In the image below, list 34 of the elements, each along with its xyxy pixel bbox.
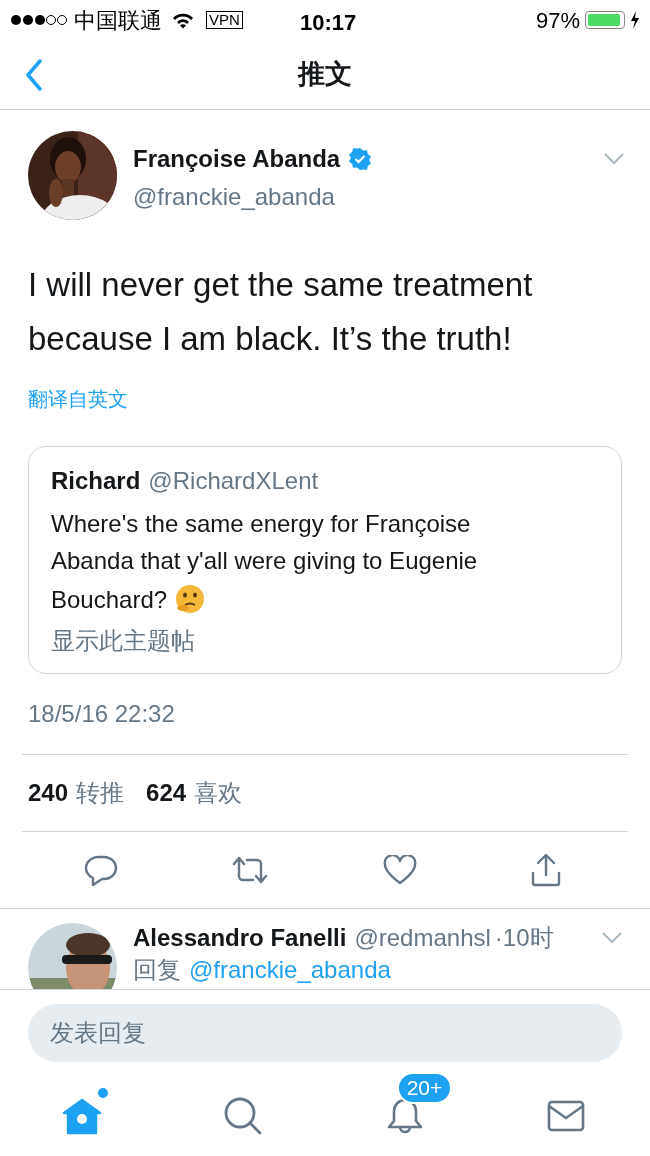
battery-percent: 97% bbox=[535, 6, 580, 35]
tweet-timestamp: 18/5/16 22:32 bbox=[28, 699, 176, 729]
quoted-author-name: Richard bbox=[51, 466, 141, 496]
status-time: 10:17 bbox=[300, 9, 357, 37]
tweet-text: I will never get the same treatment because I am black. It’s the truth! bbox=[28, 265, 534, 359]
vpn-badge: VPN bbox=[206, 11, 243, 29]
reply-to-label: 回复 bbox=[133, 955, 181, 985]
search-icon[interactable] bbox=[223, 1096, 264, 1136]
retweet-icon[interactable] bbox=[231, 855, 270, 885]
quoted-author-handle: @RichardXLent bbox=[148, 466, 319, 496]
author-handle: @franckie_abanda bbox=[133, 182, 336, 212]
quoted-tweet-text: Bouchard? bbox=[51, 584, 168, 615]
notification-badge: 20+ bbox=[396, 1072, 453, 1104]
signal-icon bbox=[10, 14, 68, 26]
reply-input-field[interactable]: 发表回复 bbox=[28, 1004, 622, 1062]
reply-time: ·10时 bbox=[494, 923, 554, 953]
author-name: Françoise Abanda bbox=[133, 144, 341, 174]
reply-author-name: Alessandro Fanelli bbox=[133, 923, 347, 953]
thinking-emoji-icon bbox=[175, 584, 206, 614]
show-thread-link[interactable]: 显示此主题帖 bbox=[51, 623, 599, 659]
back-icon[interactable] bbox=[25, 58, 43, 91]
page-title: 推文 bbox=[298, 58, 352, 92]
wifi-icon bbox=[172, 11, 194, 29]
reply-author-handle: @redmanhsl bbox=[354, 923, 491, 953]
envelope-icon[interactable] bbox=[547, 1100, 585, 1132]
heart-icon[interactable] bbox=[382, 855, 417, 885]
reply-icon[interactable] bbox=[84, 854, 118, 886]
stat-link[interactable]: 240 转推 bbox=[28, 775, 125, 811]
battery-icon bbox=[585, 11, 625, 29]
share-icon[interactable] bbox=[530, 853, 562, 887]
stat-link[interactable]: 624 喜欢 bbox=[146, 775, 243, 811]
carrier-name: 中国联通 bbox=[74, 6, 162, 35]
quoted-tweet-card[interactable]: Richard @RichardXLent Where's the same energy for Françoise Abanda that y'all were giving to Eugenie Bouchard? 显示此主题帖 bbox=[28, 446, 622, 674]
quoted-tweet-text: Where's the same energy for Françoise Abanda that y'all were giving to Eugenie bbox=[51, 509, 479, 576]
